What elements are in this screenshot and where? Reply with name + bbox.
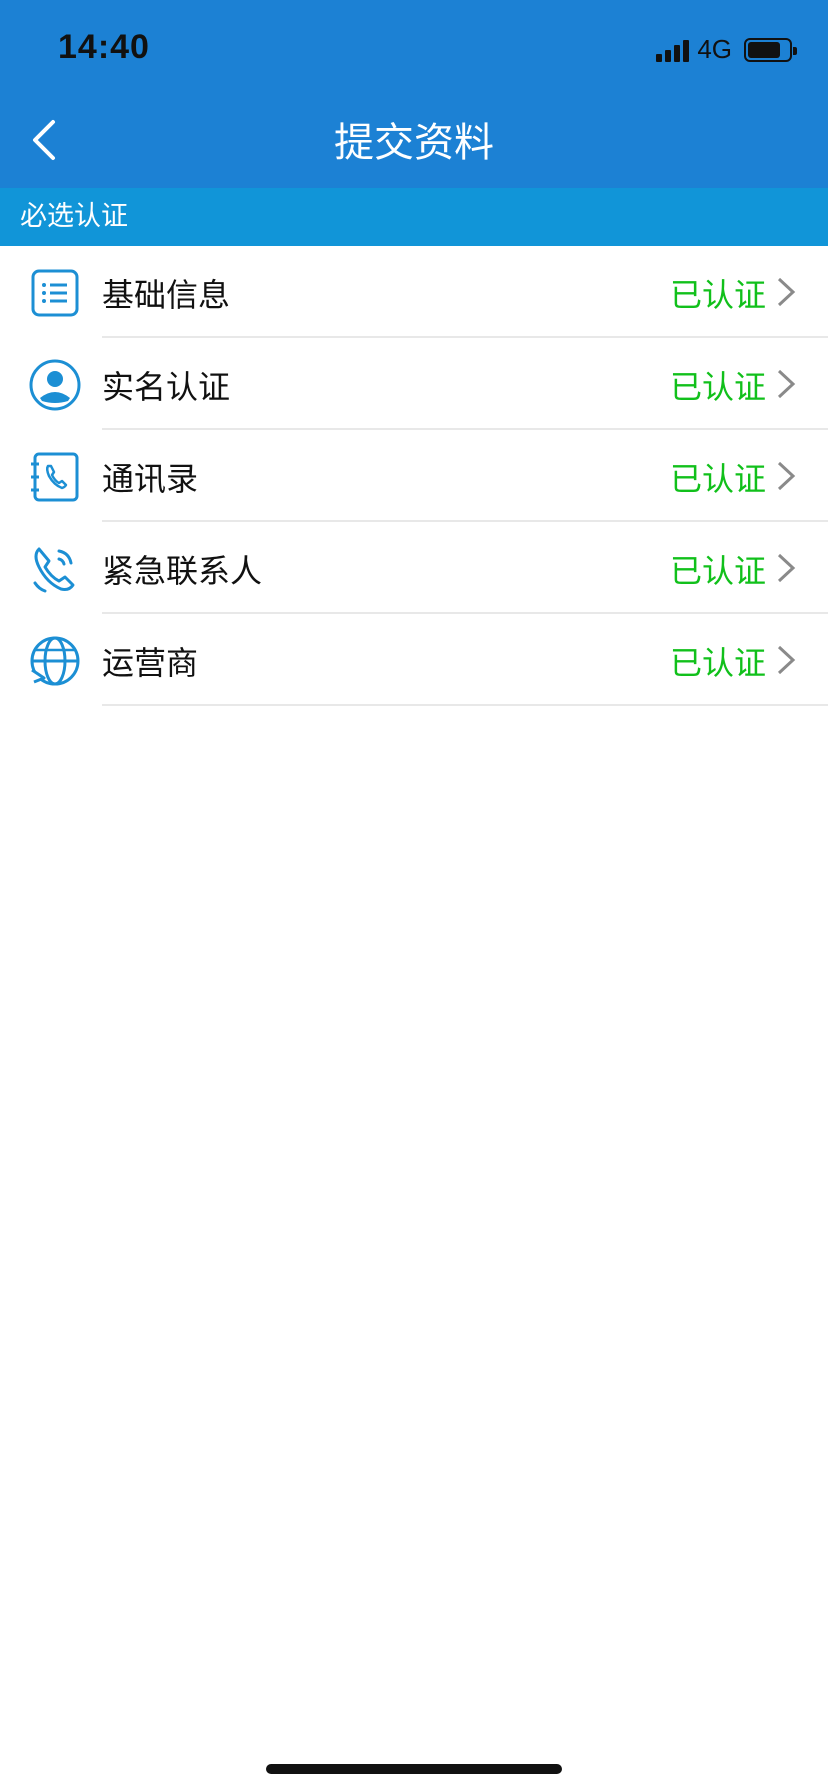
section-title: 必选认证 (0, 188, 828, 246)
verification-list: 基础信息 已认证 实名认证 已认证 通讯录 已认证 紧急联系人 已认证 运营商 … (0, 246, 828, 706)
list-item-basic-info[interactable]: 基础信息 已认证 (0, 246, 828, 338)
list-item-real-name[interactable]: 实名认证 已认证 (0, 338, 828, 430)
nav-bar: 14:40 4G 提交资料 (0, 0, 828, 188)
chevron-right-icon (777, 277, 796, 307)
page-title: 提交资料 (334, 120, 494, 166)
status-label: 已认证 (669, 368, 766, 406)
list-item-carrier[interactable]: 运营商 已认证 (0, 614, 828, 706)
user-icon (28, 358, 82, 412)
network-type: 4G (697, 34, 732, 64)
status-time: 14:40 (58, 28, 150, 66)
status-indicators: 4G (656, 34, 797, 65)
status-label: 已认证 (669, 644, 766, 682)
list-item-label: 通讯录 (102, 460, 199, 498)
status-label: 已认证 (669, 460, 766, 498)
chevron-right-icon (777, 369, 796, 399)
list-item-contacts[interactable]: 通讯录 已认证 (0, 430, 828, 522)
home-indicator[interactable] (266, 1764, 562, 1774)
list-item-label: 实名认证 (102, 368, 231, 406)
emergency-phone-icon (28, 542, 82, 596)
chevron-right-icon (777, 553, 796, 583)
list-item-label: 紧急联系人 (102, 552, 263, 590)
signal-icon (656, 38, 690, 62)
battery-icon (744, 37, 797, 62)
status-label: 已认证 (669, 552, 766, 590)
divider (102, 704, 828, 706)
globe-icon (28, 634, 82, 688)
list-item-emergency-contact[interactable]: 紧急联系人 已认证 (0, 522, 828, 614)
phone-book-icon (28, 450, 82, 504)
list-item-label: 运营商 (102, 644, 199, 682)
chevron-right-icon (777, 461, 796, 491)
list-icon (28, 266, 82, 320)
chevron-right-icon (777, 645, 796, 675)
status-label: 已认证 (669, 276, 766, 314)
list-item-label: 基础信息 (102, 276, 231, 314)
